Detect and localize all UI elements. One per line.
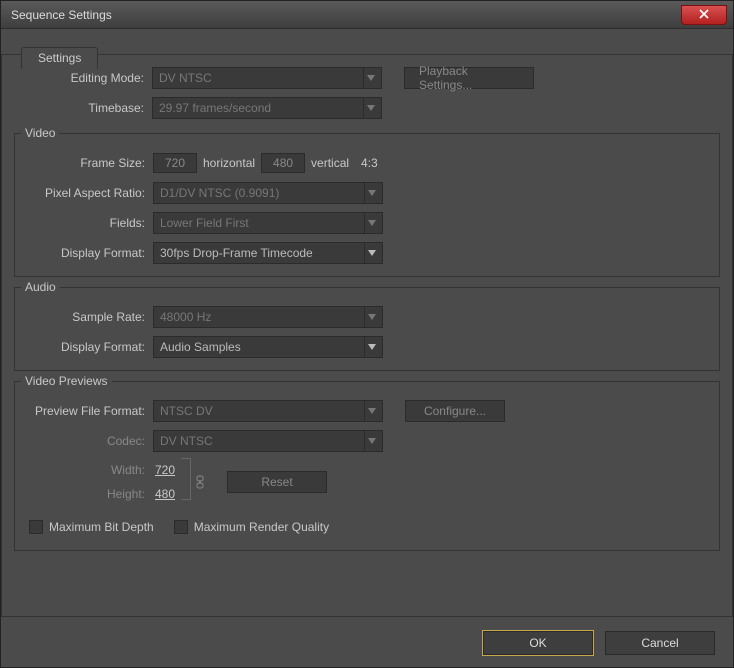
max-render-quality-label: Maximum Render Quality	[194, 520, 329, 534]
close-icon	[699, 6, 709, 24]
sample-rate-value: 48000 Hz	[160, 310, 211, 324]
max-bit-depth-label: Maximum Bit Depth	[49, 520, 154, 534]
preview-width-value[interactable]: 720	[155, 463, 175, 477]
fields-select[interactable]: Lower Field First	[153, 212, 383, 234]
codec-value: DV NTSC	[160, 434, 213, 448]
codec-select[interactable]: DV NTSC	[153, 430, 383, 452]
fields-label: Fields:	[23, 216, 153, 230]
video-display-format-value: 30fps Drop-Frame Timecode	[160, 246, 313, 260]
editing-mode-label: Editing Mode:	[2, 71, 152, 85]
preview-height-label: Height:	[107, 487, 145, 501]
par-label: Pixel Aspect Ratio:	[23, 186, 153, 200]
window-title: Sequence Settings	[11, 8, 112, 22]
reset-button[interactable]: Reset	[227, 471, 327, 493]
max-bit-depth-checkbox[interactable]	[29, 520, 43, 534]
preview-file-format-label: Preview File Format:	[23, 404, 153, 418]
content-area: Settings Editing Mode: DV NTSC Playback …	[1, 29, 733, 667]
sequence-settings-window: Sequence Settings Settings Editing Mode:…	[0, 0, 734, 668]
par-value: D1/DV NTSC (0.9091)	[160, 186, 279, 200]
codec-label: Codec:	[23, 434, 153, 448]
chevron-down-icon	[363, 98, 377, 118]
audio-group: Audio Sample Rate: 48000 Hz Display Form…	[14, 287, 720, 371]
timebase-label: Timebase:	[2, 101, 152, 115]
timebase-value: 29.97 frames/second	[159, 101, 271, 115]
max-render-quality-checkbox[interactable]	[174, 520, 188, 534]
audio-display-format-select[interactable]: Audio Samples	[153, 336, 383, 358]
chevron-down-icon	[363, 68, 377, 88]
chevron-down-icon	[364, 183, 378, 203]
link-bracket	[181, 458, 191, 500]
chevron-down-icon	[364, 243, 378, 263]
ok-button[interactable]: OK	[483, 631, 593, 655]
audio-display-format-label: Display Format:	[23, 340, 153, 354]
video-legend: Video	[21, 126, 59, 140]
chevron-down-icon	[364, 307, 378, 327]
timebase-select[interactable]: 29.97 frames/second	[152, 97, 382, 119]
sample-rate-label: Sample Rate:	[23, 310, 153, 324]
frame-width-input[interactable]: 720	[153, 153, 197, 173]
preview-file-format-select[interactable]: NTSC DV	[153, 400, 383, 422]
frame-vertical-label: vertical	[311, 156, 349, 170]
editing-mode-value: DV NTSC	[159, 71, 212, 85]
par-select[interactable]: D1/DV NTSC (0.9091)	[153, 182, 383, 204]
frame-height-input[interactable]: 480	[261, 153, 305, 173]
video-group: Video Frame Size: 720 horizontal 480 ver…	[14, 133, 720, 277]
fields-value: Lower Field First	[160, 216, 249, 230]
settings-panel: Editing Mode: DV NTSC Playback Settings.…	[1, 54, 733, 617]
previews-legend: Video Previews	[21, 374, 112, 388]
frame-horizontal-label: horizontal	[203, 156, 255, 170]
video-display-format-select[interactable]: 30fps Drop-Frame Timecode	[153, 242, 383, 264]
configure-button[interactable]: Configure...	[405, 400, 505, 422]
video-display-format-label: Display Format:	[23, 246, 153, 260]
chevron-down-icon	[364, 431, 378, 451]
playback-settings-button[interactable]: Playback Settings...	[404, 67, 534, 89]
link-icon[interactable]	[191, 458, 209, 506]
video-previews-group: Video Previews Preview File Format: NTSC…	[14, 381, 720, 551]
chevron-down-icon	[364, 337, 378, 357]
preview-file-format-value: NTSC DV	[160, 404, 213, 418]
preview-width-label: Width:	[111, 463, 145, 477]
editing-mode-select[interactable]: DV NTSC	[152, 67, 382, 89]
chevron-down-icon	[364, 401, 378, 421]
footer-buttons: OK Cancel	[483, 631, 715, 655]
audio-legend: Audio	[21, 280, 60, 294]
audio-display-format-value: Audio Samples	[160, 340, 241, 354]
close-button[interactable]	[681, 5, 727, 25]
titlebar: Sequence Settings	[1, 1, 733, 29]
cancel-button[interactable]: Cancel	[605, 631, 715, 655]
chevron-down-icon	[364, 213, 378, 233]
preview-height-value[interactable]: 480	[155, 487, 175, 501]
sample-rate-select[interactable]: 48000 Hz	[153, 306, 383, 328]
frame-size-label: Frame Size:	[23, 156, 153, 170]
tab-settings[interactable]: Settings	[21, 47, 98, 69]
frame-aspect-label: 4:3	[361, 156, 378, 170]
